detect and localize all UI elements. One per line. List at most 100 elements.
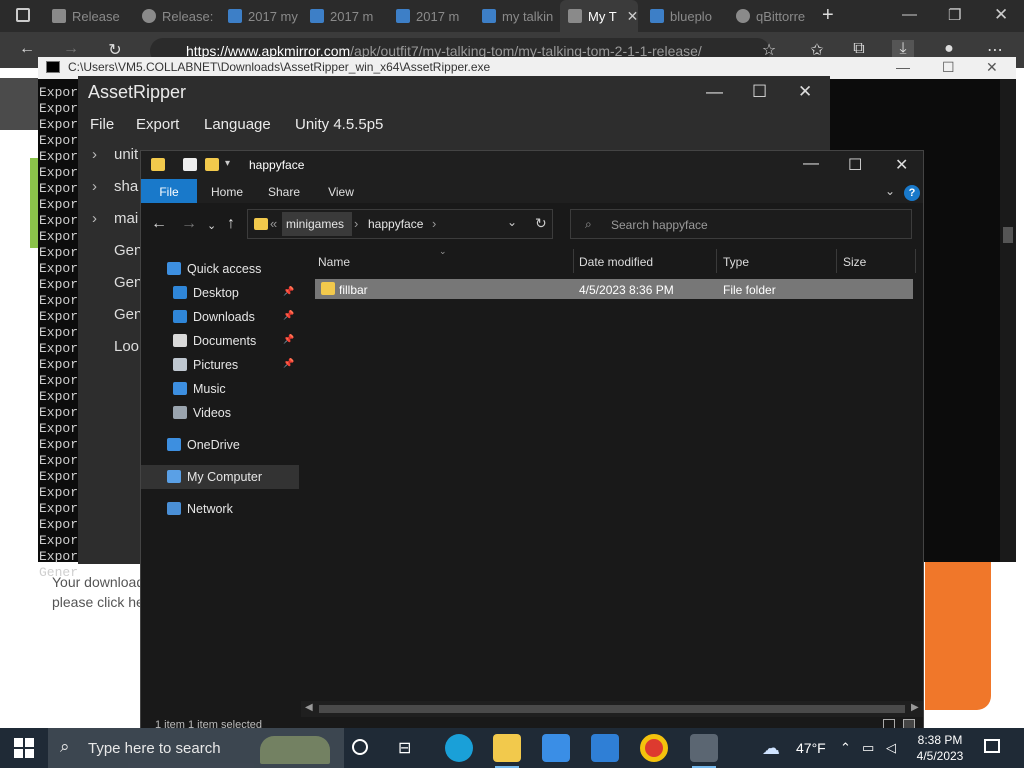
assetripper-taskbar-icon[interactable] — [690, 734, 718, 768]
breadcrumb-segment[interactable]: happyface — [368, 217, 423, 231]
console-minimize-icon[interactable]: — — [896, 59, 910, 75]
horizontal-scrollbar[interactable]: ◀ ▶ — [301, 701, 923, 717]
nav-item-my-computer[interactable]: My Computer — [141, 465, 299, 489]
chevron-right-icon[interactable]: › — [92, 146, 114, 163]
assetripper-tree-item[interactable]: › sha — [92, 178, 138, 195]
help-icon[interactable]: ? — [904, 185, 920, 201]
ribbon-tab-home[interactable]: Home — [199, 179, 255, 203]
forward-icon[interactable]: → — [60, 40, 82, 58]
profile-avatar[interactable]: ● — [938, 40, 960, 58]
browser-tab[interactable]: My T ✕ — [560, 0, 638, 32]
clock[interactable]: 8:38 PM 4/5/2023 — [910, 732, 970, 764]
downloads-icon[interactable]: ⤓ — [892, 40, 914, 58]
new-tab-button[interactable]: + — [822, 4, 834, 27]
store-icon[interactable] — [542, 734, 570, 762]
search-box[interactable]: ⌕ Search happyface — [570, 209, 912, 239]
scroll-left-icon[interactable]: ◀ — [305, 702, 313, 713]
tab-actions-icon[interactable] — [16, 8, 30, 22]
show-hidden-icons-icon[interactable]: ⌃ — [840, 740, 851, 756]
nav-item-downloads[interactable]: Downloads 📌 — [141, 305, 299, 329]
address-dropdown-icon[interactable]: ⌄ — [507, 215, 517, 229]
download-button[interactable] — [925, 560, 991, 710]
chevron-right-icon[interactable]: › — [92, 210, 114, 227]
console-scroll-thumb[interactable] — [1003, 227, 1013, 243]
nav-item-quick-access[interactable]: Quick access — [141, 257, 299, 281]
file-explorer-icon[interactable] — [493, 734, 521, 768]
browser-tab[interactable]: 2017 m — [302, 0, 384, 32]
nav-item-desktop[interactable]: Desktop 📌 — [141, 281, 299, 305]
breadcrumb-segment[interactable]: minigames — [286, 217, 344, 231]
column-header-name[interactable]: Name — [318, 255, 350, 269]
nav-item-music[interactable]: Music — [141, 377, 299, 401]
close-icon[interactable]: ✕ — [994, 5, 1008, 25]
file-row[interactable]: fillbar 4/5/2023 8:36 PM File folder — [315, 279, 913, 299]
assetripper-tree-item[interactable]: Loo — [92, 338, 139, 355]
refresh-icon[interactable]: ↻ — [535, 215, 547, 232]
pin-icon[interactable]: 📌 — [283, 358, 294, 369]
column-divider[interactable] — [716, 249, 717, 273]
column-header-size[interactable]: Size — [843, 255, 866, 269]
assetripper-tree-item[interactable]: Gen — [92, 242, 142, 259]
breadcrumb-overflow[interactable]: « — [270, 216, 277, 231]
ribbon-tab-file[interactable]: File — [141, 179, 197, 203]
chevron-right-icon[interactable]: › — [92, 178, 114, 195]
assetripper-menu-item[interactable]: Export — [136, 116, 179, 133]
weather-temperature[interactable]: 47°F — [796, 740, 826, 756]
nav-item-network[interactable]: Network — [141, 497, 299, 521]
pin-icon[interactable]: 📌 — [283, 310, 294, 321]
task-view-icon[interactable]: ⊟ — [398, 738, 411, 758]
up-icon[interactable]: ↑ — [227, 215, 235, 233]
back-icon[interactable]: ← — [16, 40, 38, 58]
assetripper-tree-item[interactable]: Gen — [92, 274, 142, 291]
assetripper-menu-item[interactable]: File — [90, 116, 114, 133]
maximize-icon[interactable]: ❐ — [948, 6, 961, 24]
ribbon-tab-view[interactable]: View — [313, 179, 369, 203]
notifications-icon[interactable] — [984, 739, 1000, 753]
back-icon[interactable]: ← — [151, 215, 167, 233]
explorer-close-icon[interactable]: ✕ — [895, 155, 908, 175]
recent-locations-icon[interactable]: ⌄ — [207, 219, 216, 232]
console-close-icon[interactable]: ✕ — [986, 59, 998, 76]
console-scrollbar[interactable] — [1000, 79, 1016, 562]
taskbar-search-input[interactable]: Type here to search — [88, 740, 221, 757]
column-divider[interactable] — [915, 249, 916, 273]
nav-item-documents[interactable]: Documents 📌 — [141, 329, 299, 353]
pin-icon[interactable]: 📌 — [283, 334, 294, 345]
quick-access-dropdown-icon[interactable]: ▾ — [225, 158, 230, 169]
explorer-minimize-icon[interactable]: — — [803, 155, 819, 173]
search-input[interactable]: Search happyface — [611, 218, 708, 232]
assetripper-close-icon[interactable]: ✕ — [798, 82, 812, 102]
assetripper-minimize-icon[interactable]: — — [706, 82, 723, 102]
explorer-maximize-icon[interactable]: ☐ — [848, 155, 862, 175]
column-header-date[interactable]: Date modified — [579, 255, 653, 269]
mail-icon[interactable] — [591, 734, 619, 762]
windows-start-icon[interactable] — [14, 738, 34, 758]
close-tab-icon[interactable]: ✕ — [627, 8, 638, 25]
minimize-icon[interactable]: — — [902, 6, 917, 23]
nav-item-onedrive[interactable]: OneDrive — [141, 433, 299, 457]
assetripper-tree-item[interactable]: Gen — [92, 306, 142, 323]
cortana-icon[interactable] — [352, 739, 368, 755]
scroll-right-icon[interactable]: ▶ — [911, 702, 919, 713]
forward-icon[interactable]: → — [181, 215, 197, 233]
column-divider[interactable] — [573, 249, 574, 273]
network-tray-icon[interactable]: ▭ — [862, 740, 874, 756]
browser-tab[interactable]: my talkin — [474, 0, 556, 32]
console-maximize-icon[interactable]: ☐ — [942, 59, 955, 76]
taskbar-search[interactable]: ⌕ Type here to search — [48, 728, 344, 768]
volume-icon[interactable]: ◁ — [886, 740, 896, 756]
new-folder-icon[interactable] — [205, 158, 219, 171]
horizontal-scroll-thumb[interactable] — [319, 705, 905, 713]
ribbon-collapse-icon[interactable]: ⌄ — [885, 184, 895, 198]
browser-tab[interactable]: 2017 my — [220, 0, 298, 32]
ribbon-tab-share[interactable]: Share — [257, 179, 311, 203]
column-divider[interactable] — [836, 249, 837, 273]
breadcrumb-chevron-icon[interactable]: › — [432, 216, 436, 231]
browser-tab[interactable]: Release: — [134, 0, 216, 32]
column-header-type[interactable]: Type — [723, 255, 749, 269]
properties-icon[interactable] — [183, 158, 197, 171]
assetripper-tree-item[interactable]: › mai — [92, 210, 138, 227]
nav-item-pictures[interactable]: Pictures 📌 — [141, 353, 299, 377]
browser-tab[interactable]: Release — [44, 0, 130, 32]
assetripper-menu-item[interactable]: Language — [204, 116, 271, 133]
